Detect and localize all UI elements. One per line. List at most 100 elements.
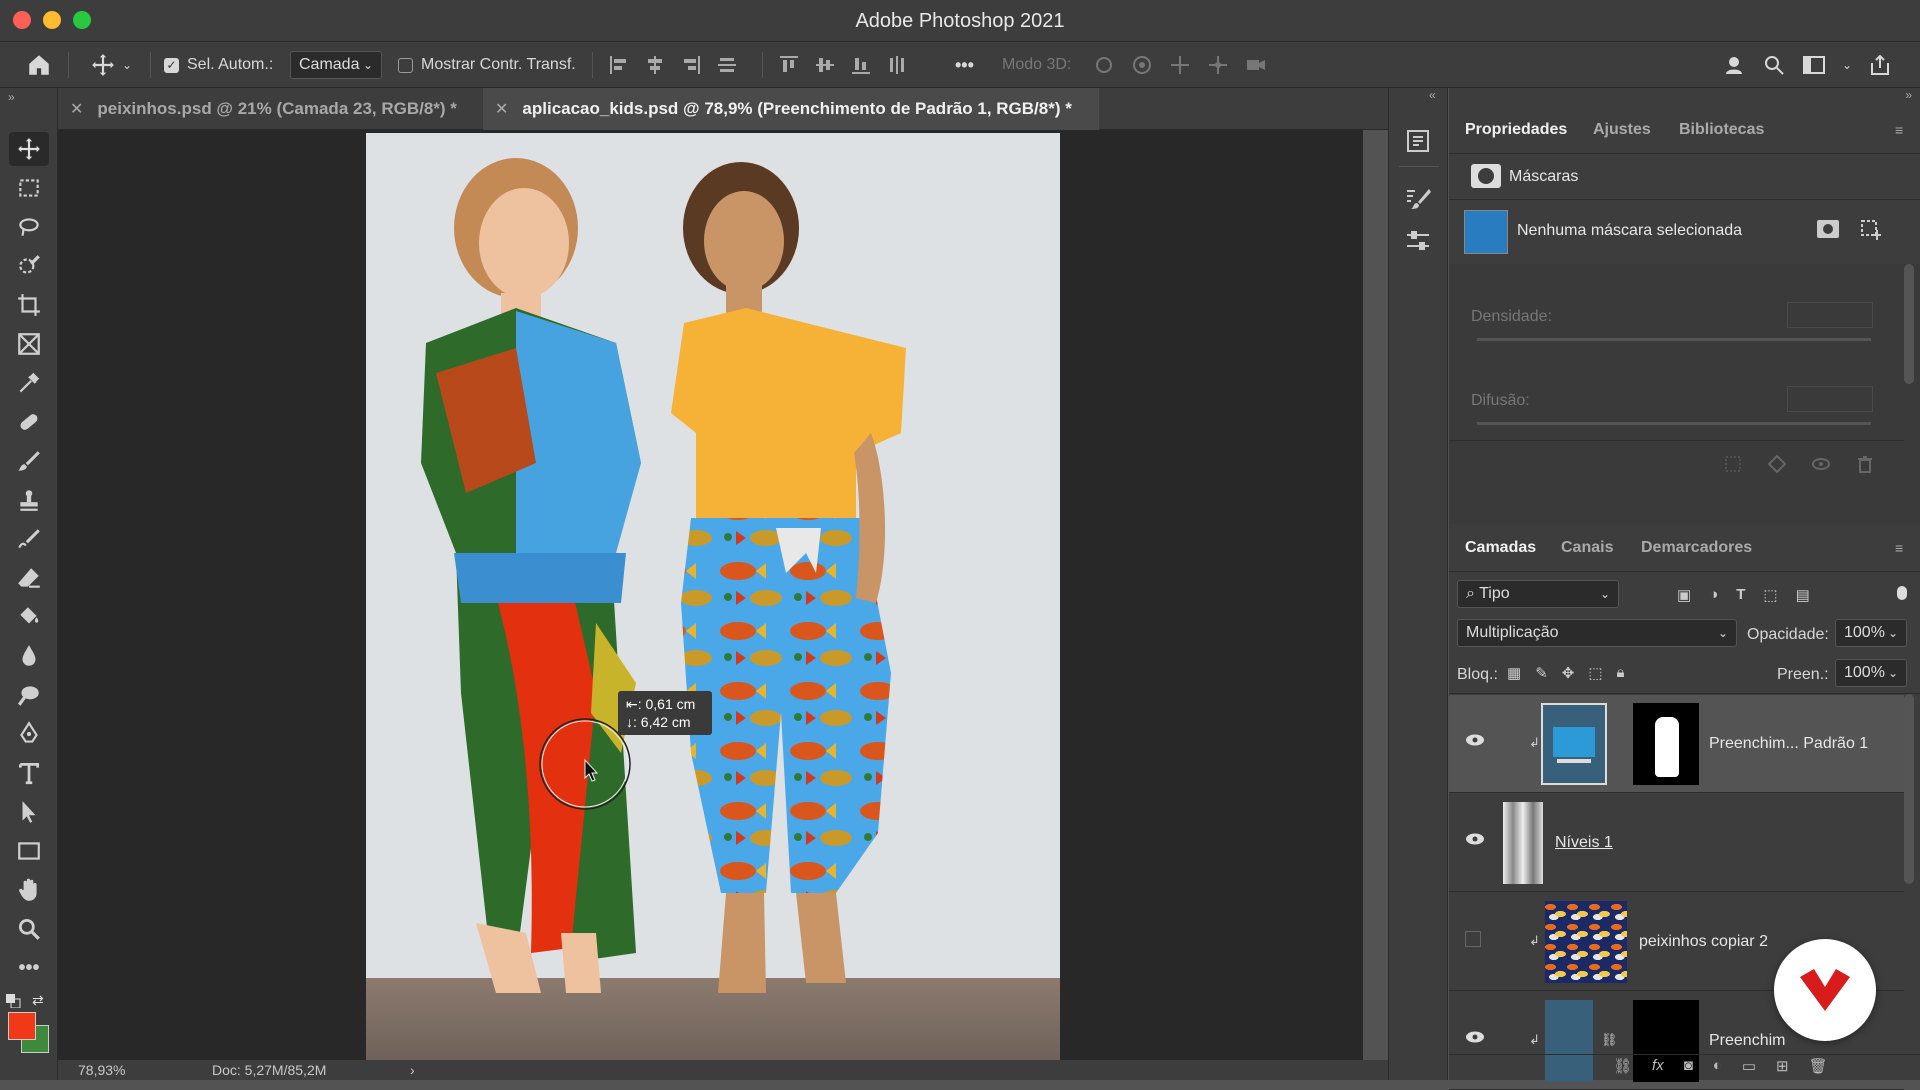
tab-demarcadores[interactable]: Demarcadores [1641,524,1752,572]
pattern-fill-thumbnail[interactable] [1541,703,1607,785]
history-brush-tool-icon[interactable] [9,522,49,556]
levels-thumbnail[interactable] [1503,802,1543,884]
eye-icon[interactable] [1465,733,1485,747]
rectangle-tool-icon[interactable] [9,834,49,868]
delete-layer-icon[interactable]: 🗑︎ [1809,1057,1828,1075]
clone-stamp-tool-icon[interactable] [9,483,49,517]
smart-object-filter-icon[interactable]: ▤ [1796,586,1810,604]
type-tool-icon[interactable] [9,756,49,790]
lock-all-icon[interactable]: 🔒︎ [1617,664,1625,682]
fish-pattern-thumbnail[interactable] [1545,901,1627,983]
history-icon[interactable] [1405,128,1431,158]
show-transform-checkbox[interactable]: Mostrar Contr. Transf. [398,42,576,88]
paint-bucket-tool-icon[interactable] [9,600,49,634]
density-slider[interactable] [1477,338,1871,341]
feather-slider[interactable] [1477,422,1871,425]
default-colors-icon[interactable] [6,994,22,1009]
move-tool-preset-icon[interactable]: ⌄ [90,42,132,88]
crop-tool-icon[interactable] [9,288,49,322]
swap-colors-icon[interactable]: ⇄ [32,992,44,1009]
new-group-icon[interactable]: ▭ [1742,1057,1756,1075]
tab-peixinhos[interactable]: ✕ peixinhos.psd @ 21% (Camada 23, RGB/8*… [58,88,482,130]
layer-row[interactable]: ↲ Preenchim... Padrão 1 [1449,695,1904,793]
panel-menu-icon[interactable]: ≡ [1895,106,1903,154]
load-selection-icon[interactable] [1723,454,1743,474]
share-icon[interactable] [1868,53,1892,77]
feather-input[interactable] [1787,386,1873,412]
lasso-tool-icon[interactable] [9,210,49,244]
align-middle-icon[interactable] [814,54,836,76]
frame-tool-icon[interactable] [9,327,49,361]
home-icon[interactable] [26,42,52,88]
fill-input[interactable]: 100% ⌄ [1835,659,1907,687]
new-adjustment-icon[interactable]: ◐ [1713,1057,1722,1075]
healing-brush-tool-icon[interactable] [9,405,49,439]
search-icon[interactable] [1762,53,1786,77]
more-options-button[interactable]: ••• [955,42,974,88]
type-filter-icon[interactable]: T [1736,586,1745,604]
layer-filter-dropdown[interactable]: ⌕ Tipo ⌄ [1457,580,1619,608]
collapse-icon[interactable]: » [8,90,15,104]
lock-pixels-icon[interactable]: ✎ [1535,664,1548,682]
distribute-vertical-icon[interactable] [886,54,908,76]
tab-canais[interactable]: Canais [1561,524,1613,572]
layers-scrollbar[interactable] [1904,694,1914,884]
align-left-icon[interactable] [608,54,630,76]
tab-camadas[interactable]: Camadas [1465,524,1536,572]
layers-menu-icon[interactable]: ≡ [1895,524,1903,572]
link-layers-icon[interactable]: ⛓︎ [1613,1057,1632,1075]
auto-select-checkbox[interactable]: ✓ Sel. Autom.: [164,42,273,88]
adjustment-filter-icon[interactable]: ◑ [1709,586,1718,604]
marquee-tool-icon[interactable] [9,171,49,205]
dodge-tool-icon[interactable] [9,678,49,712]
close-tab-icon[interactable]: ✕ [70,99,83,119]
more-tools-icon[interactable]: ••• [9,951,49,985]
layer-name[interactable]: Níveis 1 [1555,834,1613,852]
zoom-level[interactable]: 78,93% [78,1062,125,1078]
collapse-right-icon[interactable]: » [1905,88,1912,102]
lock-position-icon[interactable]: ✥ [1562,664,1575,682]
foreground-color-swatch[interactable] [8,1012,36,1040]
lock-transparency-icon[interactable]: ▦ [1507,664,1521,682]
status-menu-arrow[interactable]: › [410,1062,415,1078]
auto-select-target-dropdown[interactable]: Camada ⌄ [290,51,382,79]
add-mask-icon[interactable]: ◙ [1684,1057,1693,1075]
user-account-icon[interactable] [1722,53,1746,77]
align-top-icon[interactable] [778,54,800,76]
roll-3d-icon[interactable] [1130,53,1154,77]
tab-aplicacao-kids[interactable]: ✕ aplicacao_kids.psd @ 78,9% (Preenchime… [483,88,1099,130]
image-filter-icon[interactable]: ▣ [1677,586,1691,604]
orbit-3d-icon[interactable] [1092,53,1116,77]
layer-mask-thumbnail[interactable] [1633,703,1699,785]
fx-icon[interactable]: fx [1652,1057,1664,1075]
slide-3d-icon[interactable] [1206,53,1230,77]
layer-name[interactable]: peixinhos copiar 2 [1639,933,1768,951]
apply-mask-icon[interactable] [1767,454,1787,474]
blur-tool-icon[interactable] [9,639,49,673]
align-center-icon[interactable] [644,54,666,76]
trash-icon[interactable] [1855,454,1875,474]
tab-ajustes[interactable]: Ajustes [1593,106,1651,154]
quick-selection-tool-icon[interactable] [9,249,49,283]
properties-scrollbar[interactable] [1904,264,1914,384]
layer-name[interactable]: Preenchim... Padrão 1 [1709,735,1868,753]
hidden-visibility-toggle[interactable] [1465,931,1481,947]
align-right-icon[interactable] [680,54,702,76]
workspace-icon[interactable] [1802,53,1826,77]
document-image-kids[interactable]: ⇤: 0,61 cm ↓: 6,42 cm [366,133,1060,1060]
brush-tool-icon[interactable] [9,444,49,478]
lock-artboard-icon[interactable]: ⬚ [1588,664,1602,682]
path-selection-tool-icon[interactable] [9,795,49,829]
add-vector-mask-icon[interactable] [1859,218,1881,244]
canvas-area[interactable]: ⇤: 0,61 cm ↓: 6,42 cm [58,130,1363,1060]
blend-mode-dropdown[interactable]: Multiplicação ⌄ [1457,619,1737,647]
chevron-down-icon[interactable]: ⌄ [1842,58,1852,72]
distribute-icon[interactable] [716,54,738,76]
opacity-input[interactable]: 100% ⌄ [1835,619,1907,647]
layer-row[interactable]: Níveis 1 [1449,794,1904,892]
link-icon[interactable]: ⛓︎ [1601,1032,1618,1048]
pan-3d-icon[interactable] [1168,53,1192,77]
brush-settings-icon[interactable] [1405,186,1431,216]
eye-icon[interactable] [1465,1030,1485,1044]
eyedropper-tool-icon[interactable] [9,366,49,400]
